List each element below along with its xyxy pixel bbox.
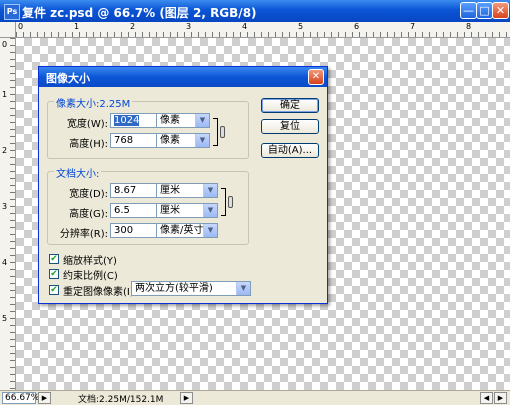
resolution-input[interactable]: 300	[110, 223, 162, 238]
doc-width-label: 宽度(D):	[69, 189, 108, 200]
vertical-ruler[interactable]: 0 1 2 3 4 5	[0, 38, 16, 390]
dialog-close-button[interactable]: ✕	[308, 69, 324, 85]
document-size-group: 文档大小: 宽度(D): 8.67 厘米 ▼ 高度(G): 6.5 厘米 ▼ 分辨率…	[47, 165, 249, 245]
chevron-down-icon: ▼	[203, 204, 217, 217]
resample-method-select[interactable]: 两次立方(较平滑) ▼	[131, 281, 251, 296]
ruler-label: 3	[2, 202, 8, 211]
resample-label: 重定图像像素(I):	[63, 287, 138, 298]
constrain-bracket	[221, 188, 226, 216]
ruler-label: 2	[2, 146, 8, 155]
resolution-label: 分辨率(R):	[59, 229, 108, 240]
ruler-label: 4	[2, 258, 8, 267]
pixel-width-input[interactable]: 1024	[110, 113, 162, 128]
ruler-label: 2	[130, 22, 136, 31]
scale-styles-label: 缩放样式(Y)	[63, 256, 117, 267]
chevron-down-icon: ▼	[195, 134, 209, 147]
resample-checkbox[interactable]: ✔	[49, 285, 59, 295]
chevron-down-icon: ▼	[236, 282, 250, 295]
status-bar: 66.67% ▶ 文档:2.25M/152.1M ▶ ◀ ▶	[0, 390, 510, 405]
doc-height-unit-select[interactable]: 厘米 ▼	[156, 203, 218, 218]
pixel-height-input[interactable]: 768	[110, 133, 162, 148]
zoom-level-field[interactable]: 66.67%	[2, 392, 39, 404]
chain-link-icon	[228, 196, 233, 208]
minimize-button[interactable]: —	[460, 2, 477, 19]
pixel-width-label: 宽度(W):	[66, 119, 108, 130]
doc-width-unit-select[interactable]: 厘米 ▼	[156, 183, 218, 198]
resolution-unit-select[interactable]: 像素/英寸 ▼	[156, 223, 218, 238]
window-title: 复件 zc.psd @ 66.7% (图层 2, RGB/8)	[22, 6, 257, 20]
ruler-label: 5	[2, 314, 8, 323]
auto-button[interactable]: 自动(A)...	[261, 143, 319, 158]
chevron-down-icon: ▼	[203, 184, 217, 197]
pixel-width-unit-select[interactable]: 像素 ▼	[156, 113, 210, 128]
document-size-title: 文档大小:	[54, 165, 102, 180]
window-titlebar[interactable]: Ps 复件 zc.psd @ 66.7% (图层 2, RGB/8) — □ ✕	[0, 0, 510, 22]
ruler-label: 1	[74, 22, 80, 31]
status-info-arrow-icon[interactable]: ▶	[180, 392, 193, 404]
chevron-down-icon: ▼	[195, 114, 209, 127]
scroll-left-icon[interactable]: ◀	[480, 392, 493, 404]
document-size-info: 文档:2.25M/152.1M	[78, 395, 164, 405]
ok-button[interactable]: 确定	[261, 98, 319, 113]
ruler-label: 0	[2, 40, 8, 49]
dialog-title: 图像大小	[46, 72, 90, 85]
constrain-bracket	[213, 118, 218, 146]
chain-link-icon	[220, 126, 225, 138]
ruler-label: 1	[2, 90, 8, 99]
ruler-label: 3	[186, 22, 192, 31]
pixel-dimensions-title: 像素大小:2.25M	[54, 95, 133, 110]
reset-button[interactable]: 复位	[261, 119, 319, 134]
constrain-proportions-checkbox[interactable]: ✔	[49, 269, 59, 279]
doc-height-label: 高度(G):	[69, 209, 108, 220]
horizontal-ruler[interactable]: 0 1 2 3 4 5 6 7 8	[16, 22, 510, 38]
photoshop-app-icon: Ps	[4, 4, 20, 20]
scale-styles-checkbox[interactable]: ✔	[49, 254, 59, 264]
doc-height-input[interactable]: 6.5	[110, 203, 162, 218]
dialog-titlebar[interactable]: 图像大小 ✕	[39, 67, 327, 87]
maximize-button[interactable]: □	[476, 2, 493, 19]
status-menu-arrow-icon[interactable]: ▶	[38, 392, 51, 404]
ruler-label: 7	[410, 22, 416, 31]
ruler-label: 4	[242, 22, 248, 31]
constrain-proportions-label: 约束比例(C)	[63, 271, 118, 282]
ruler-origin[interactable]	[0, 22, 16, 38]
close-window-button[interactable]: ✕	[492, 2, 509, 19]
image-size-dialog: 图像大小 ✕ 像素大小:2.25M 宽度(W): 1024 像素 ▼ 高度(H):…	[38, 66, 328, 304]
pixel-height-unit-select[interactable]: 像素 ▼	[156, 133, 210, 148]
ruler-label: 8	[466, 22, 472, 31]
scroll-right-icon[interactable]: ▶	[494, 392, 507, 404]
pixel-height-label: 高度(H):	[69, 139, 108, 150]
doc-width-input[interactable]: 8.67	[110, 183, 162, 198]
chevron-down-icon: ▼	[203, 224, 217, 237]
ruler-label: 6	[354, 22, 360, 31]
pixel-dimensions-group: 像素大小:2.25M 宽度(W): 1024 像素 ▼ 高度(H): 768 像素…	[47, 95, 249, 159]
ruler-label: 5	[298, 22, 304, 31]
ruler-label: 0	[18, 22, 24, 31]
